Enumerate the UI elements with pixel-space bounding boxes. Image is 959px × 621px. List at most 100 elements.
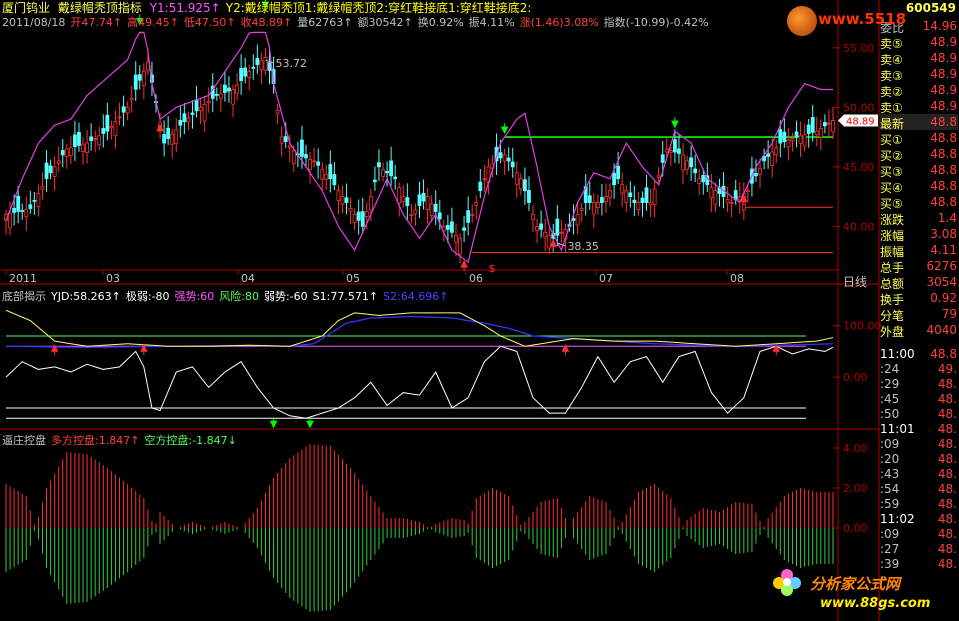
candle-body <box>579 208 584 211</box>
param-item: Y2:戴绿帽秃顶1:戴绿帽秃顶2:穿红鞋接底1:穿红鞋接底2: <box>225 1 532 15</box>
candle-body <box>28 204 33 209</box>
candle-body <box>348 208 353 212</box>
candle-body <box>300 139 304 157</box>
quote-value: 48.9 <box>930 35 957 49</box>
candle-body <box>417 194 422 206</box>
candle-body <box>685 160 689 170</box>
stat-row: 总手 6276 <box>879 258 958 275</box>
month-label: 08 <box>730 272 744 285</box>
p2-legend-item: 弱势:-60 <box>263 290 308 303</box>
candle-body <box>810 117 815 133</box>
y-tick-label: 45.00 <box>843 161 875 174</box>
indicator-name: 戴绿帽秃顶指标 <box>57 1 142 15</box>
buy-signal-icon <box>156 123 164 135</box>
candle-body <box>52 166 57 177</box>
candle-body <box>81 143 85 152</box>
candle-body <box>344 197 349 203</box>
quote-value: 48.8 <box>930 163 957 177</box>
quote-label: 外盘 <box>880 325 905 339</box>
candle-body <box>514 172 519 185</box>
candle-body <box>656 175 661 178</box>
p2-legend-item: 强势:60 <box>174 290 215 303</box>
candle-body <box>644 187 649 203</box>
candle-body <box>40 185 45 190</box>
tick-row: :39 48. <box>879 556 958 572</box>
quote-value: 48. <box>937 377 957 391</box>
candle-body <box>117 116 122 119</box>
quote-label: :50 <box>880 407 900 421</box>
candle-body <box>113 121 118 137</box>
quote-value: 48. <box>937 422 957 436</box>
candle-body <box>287 145 292 149</box>
quote-value: 3.08 <box>930 227 957 241</box>
candle-body <box>827 122 831 125</box>
candle-body <box>97 135 102 146</box>
quote-value: 6276 <box>926 259 957 273</box>
tick-row: :27 48. <box>879 541 958 557</box>
candle-body <box>527 190 531 203</box>
candle-body <box>239 68 244 81</box>
quote-label: :54 <box>880 482 900 496</box>
quote-value: 49. <box>937 362 957 376</box>
candle-body <box>202 103 207 122</box>
candle-body <box>129 97 134 101</box>
stat-row: 分笔 79 <box>879 306 958 323</box>
candle-body <box>701 174 706 183</box>
candle-body <box>206 101 211 104</box>
quote-label: :09 <box>880 437 900 451</box>
tick-row: 11:00 48.8 <box>879 346 958 362</box>
candle-body <box>20 210 25 212</box>
candle-body <box>474 202 479 206</box>
p2-legend-item: S1:77.571↑ <box>312 290 379 303</box>
candle-body <box>336 190 341 201</box>
candle-body <box>109 125 114 129</box>
sell-row: 卖③ 48.9 <box>879 66 958 83</box>
candle-body <box>324 173 329 180</box>
candle-body <box>373 179 377 183</box>
candle-body <box>267 62 272 71</box>
quote-value: 48. <box>937 392 957 406</box>
candle-body <box>774 147 779 156</box>
candle-body <box>360 211 365 227</box>
candle-body <box>166 127 171 139</box>
info-item: 额30542↑ <box>357 16 413 29</box>
candle-body <box>518 178 523 190</box>
tick-row: :50 48. <box>879 406 958 422</box>
candle-body <box>255 57 260 65</box>
candle-body <box>450 221 454 233</box>
candle-body <box>531 214 535 221</box>
candle-body <box>454 234 458 243</box>
stat-row: 振幅 4.11 <box>879 242 958 259</box>
candle-body <box>636 202 641 210</box>
stock-chart-canvas[interactable]: 40.00 45.00 50.00 55.00 2011 03 04 05 06 07 08 $53.… <box>0 0 959 621</box>
candle-body <box>713 190 718 206</box>
info-item: 开47.74↑ <box>70 16 123 29</box>
quote-value: 48.9 <box>930 83 957 97</box>
candle-body <box>437 212 442 220</box>
buy-row: 买④ 48.8 <box>879 178 958 195</box>
candle-body <box>608 190 612 198</box>
candle-body <box>628 192 633 198</box>
quote-value: 3054 <box>926 275 957 289</box>
candle-body <box>12 207 17 213</box>
quote-value: 48.8 <box>930 347 957 361</box>
candle-body <box>8 213 12 229</box>
sell-row: 卖① 48.9 <box>879 98 958 115</box>
candle-body <box>332 174 337 186</box>
tick-row: :29 48. <box>879 376 958 392</box>
candle-body <box>279 136 284 144</box>
flower-logo-icon <box>772 567 802 597</box>
candle-body <box>814 130 819 135</box>
quote-value: 48. <box>937 467 957 481</box>
period-label[interactable]: 日线 <box>843 273 867 290</box>
quote-label: 11:00 <box>880 347 915 361</box>
candle-body <box>754 173 758 177</box>
candle-body <box>786 139 791 148</box>
quote-label: :09 <box>880 527 900 541</box>
quote-value: 0.92 <box>930 291 957 305</box>
candle-body <box>389 160 394 177</box>
candle-body <box>36 193 41 207</box>
candle-body <box>413 209 418 215</box>
candle-body <box>397 187 402 204</box>
tick-row: :59 48. <box>879 496 958 512</box>
